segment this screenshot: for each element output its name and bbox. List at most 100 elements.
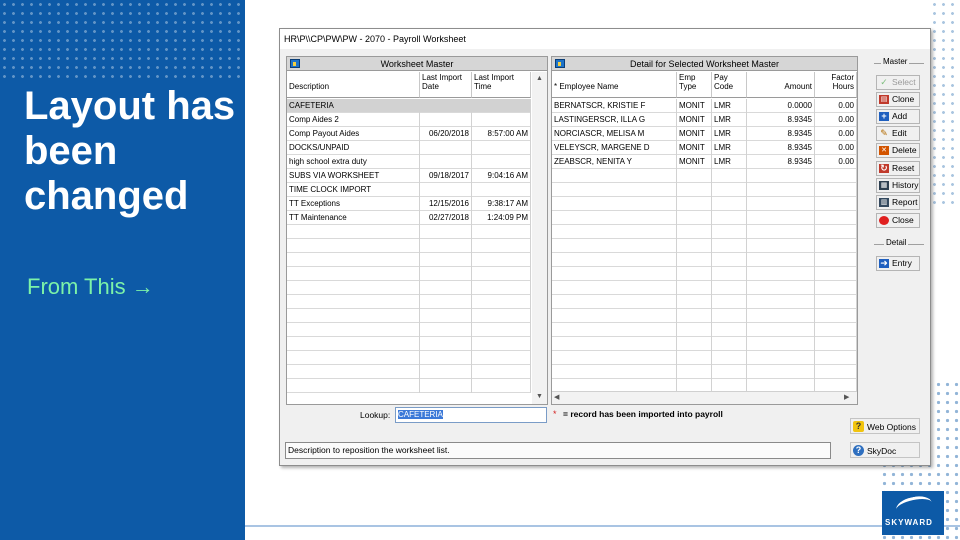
column-header-amount[interactable]: Amount	[747, 72, 815, 98]
table-row[interactable]: VELEYSCR, MARGENE D MONIT LMR 8.9345 0.00	[552, 141, 857, 155]
close-button[interactable]: Close	[876, 213, 920, 228]
column-header-last-import-date[interactable]: Last Import Date	[420, 72, 472, 98]
cell-emp-type	[677, 239, 712, 253]
table-row[interactable]: SUBS VIA WORKSHEET 09/18/2017 9:04:16 AM	[287, 169, 531, 183]
table-row[interactable]: LASTINGERSCR, ILLA G MONIT LMR 8.9345 0.00	[552, 113, 857, 127]
scroll-left-arrow-icon[interactable]: ◀	[554, 393, 559, 403]
lookup-input[interactable]: CAFETERIA	[395, 407, 547, 423]
status-message: Description to reposition the worksheet …	[285, 442, 831, 459]
table-row[interactable]	[287, 309, 531, 323]
select-button[interactable]: ✓ Select	[876, 75, 920, 90]
table-row[interactable]	[287, 253, 531, 267]
cell-description: TT Exceptions	[287, 197, 420, 211]
table-row[interactable]	[287, 225, 531, 239]
cell-factor-hours	[815, 323, 857, 337]
table-row[interactable]	[287, 295, 531, 309]
cell-amount	[747, 295, 815, 309]
edit-button[interactable]: ✎ Edit	[876, 126, 920, 141]
master-group-label: Master	[881, 57, 910, 66]
cell-description: Comp Payout Aides	[287, 127, 420, 141]
column-header-pay-code[interactable]: Pay Code	[712, 72, 747, 98]
table-row[interactable]	[552, 169, 857, 183]
cell-employee-name	[552, 337, 677, 351]
table-row[interactable]	[552, 295, 857, 309]
history-button[interactable]: ▦ History	[876, 178, 920, 193]
table-row[interactable]	[552, 253, 857, 267]
table-row[interactable]	[287, 379, 531, 393]
table-row[interactable]: NORCIASCR, MELISA M MONIT LMR 8.9345 0.00	[552, 127, 857, 141]
cell-description: TT Maintenance	[287, 211, 420, 225]
table-row[interactable]	[552, 197, 857, 211]
cell-pay-code: LMR	[712, 99, 747, 113]
cell-amount	[747, 253, 815, 267]
table-row[interactable]	[287, 337, 531, 351]
cell-factor-hours: 0.00	[815, 141, 857, 155]
table-row[interactable]: ZEABSCR, NENITA Y MONIT LMR 8.9345 0.00	[552, 155, 857, 169]
column-header-factor-hours[interactable]: Factor Hours	[815, 72, 857, 98]
cell-last-import-date	[420, 141, 472, 155]
worksheet-master-header: Worksheet Master	[287, 57, 547, 71]
table-row[interactable]	[287, 267, 531, 281]
table-row[interactable]	[552, 323, 857, 337]
cell-last-import-time: 8:57:00 AM	[472, 127, 531, 141]
column-header-description[interactable]: Description	[287, 72, 420, 98]
cell-factor-hours	[815, 267, 857, 281]
table-row[interactable]	[552, 239, 857, 253]
scroll-right-arrow-icon[interactable]: ▶	[844, 393, 849, 403]
table-row[interactable]	[287, 323, 531, 337]
reset-button-label: Reset	[892, 163, 915, 173]
cell-employee-name	[552, 211, 677, 225]
table-row[interactable]: TIME CLOCK IMPORT	[287, 183, 531, 197]
table-row[interactable]: TT Exceptions 12/15/2016 9:38:17 AM	[287, 197, 531, 211]
table-row[interactable]	[552, 225, 857, 239]
table-row[interactable]	[287, 351, 531, 365]
column-header-emp-type[interactable]: Emp Type	[677, 72, 712, 98]
cell-emp-type	[677, 211, 712, 225]
table-row[interactable]	[287, 281, 531, 295]
table-row[interactable]: high school extra duty	[287, 155, 531, 169]
column-header-employee-name[interactable]: * Employee Name	[552, 72, 677, 98]
web-options-button[interactable]: ? Web Options	[850, 418, 920, 434]
table-row[interactable]	[552, 337, 857, 351]
table-row[interactable]	[287, 239, 531, 253]
cell-pay-code: LMR	[712, 141, 747, 155]
clone-button[interactable]: ▤ Clone	[876, 92, 920, 107]
cell-last-import-date	[420, 351, 472, 365]
entry-button[interactable]: ➜ Entry	[876, 256, 920, 271]
web-options-label: Web Options	[867, 422, 916, 432]
table-row[interactable]	[552, 309, 857, 323]
cell-amount	[747, 281, 815, 295]
select-button-label: Select	[892, 77, 916, 87]
detail-horizontal-scrollbar[interactable]: ◀ ▶	[552, 391, 857, 404]
table-row[interactable]	[552, 281, 857, 295]
cell-last-import-time	[472, 295, 531, 309]
edit-button-label: Edit	[892, 128, 907, 138]
table-row[interactable]	[552, 351, 857, 365]
table-row[interactable]: TT Maintenance 02/27/2018 1:24:09 PM	[287, 211, 531, 225]
add-button[interactable]: + Add	[876, 109, 920, 124]
table-row[interactable]: Comp Payout Aides 06/20/2018 8:57:00 AM	[287, 127, 531, 141]
cell-amount	[747, 239, 815, 253]
cell-last-import-date: 06/20/2018	[420, 127, 472, 141]
cell-last-import-time: 9:38:17 AM	[472, 197, 531, 211]
table-row[interactable]	[552, 365, 857, 379]
table-row[interactable]: Comp Aides 2	[287, 113, 531, 127]
scroll-up-arrow-icon[interactable]: ▲	[536, 74, 543, 84]
report-button[interactable]: ▥ Report	[876, 195, 920, 210]
cell-amount	[747, 225, 815, 239]
table-row[interactable]	[287, 365, 531, 379]
skydoc-button[interactable]: ? SkyDoc	[850, 442, 920, 458]
table-row[interactable]	[552, 267, 857, 281]
table-row[interactable]: DOCKS/UNPAID	[287, 141, 531, 155]
cell-amount: 8.9345	[747, 113, 815, 127]
table-row[interactable]	[552, 183, 857, 197]
reset-button[interactable]: ↻ Reset	[876, 161, 920, 176]
scroll-down-arrow-icon[interactable]: ▼	[536, 392, 543, 402]
table-row[interactable]: BERNATSCR, KRISTIE F MONIT LMR 0.0000 0.00	[552, 99, 857, 113]
master-vertical-scrollbar[interactable]: ▲ ▼	[532, 72, 547, 404]
table-row[interactable]: CAFETERIA	[287, 99, 531, 113]
delete-button[interactable]: ✕ Delete	[876, 143, 920, 158]
column-header-last-import-time[interactable]: Last Import Time	[472, 72, 531, 98]
table-row[interactable]	[552, 211, 857, 225]
cell-last-import-date	[420, 113, 472, 127]
